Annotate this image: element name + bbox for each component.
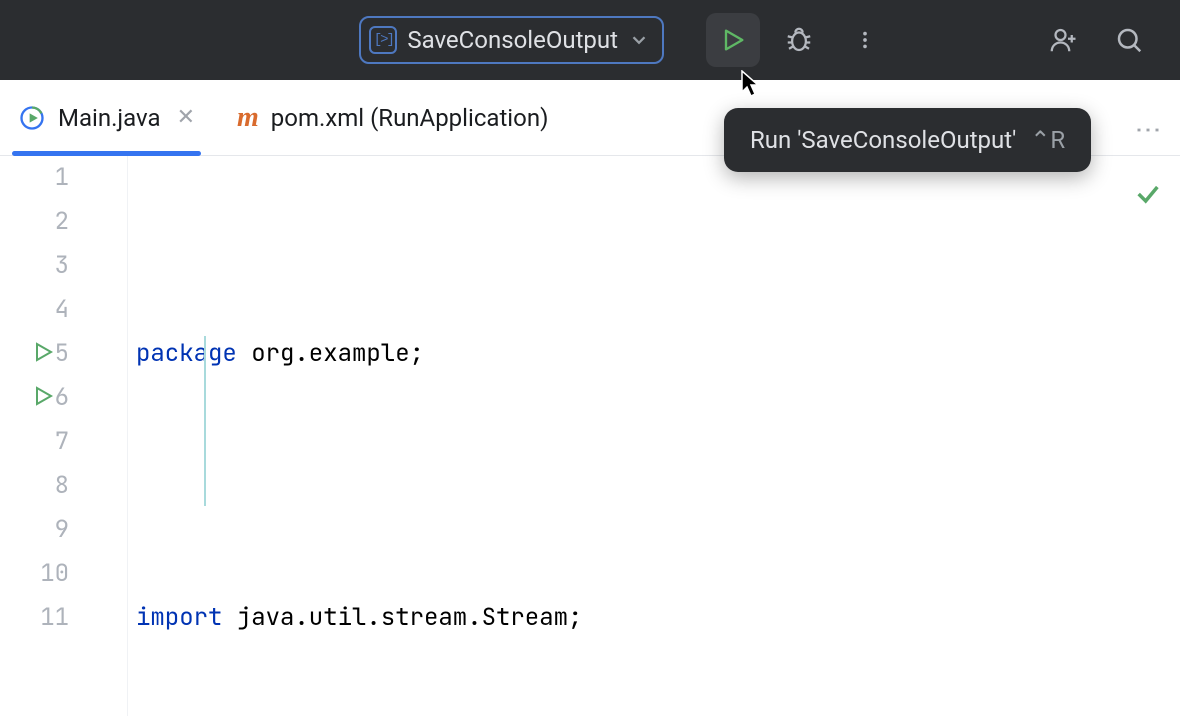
add-user-icon: [1048, 25, 1078, 55]
search-button[interactable]: [1102, 13, 1156, 67]
run-overlay-icon: [18, 104, 46, 132]
line-number: 7: [55, 420, 69, 464]
more-actions-button[interactable]: [838, 13, 892, 67]
tab-pom-xml[interactable]: m pom.xml (RunApplication): [237, 80, 548, 155]
terminal-icon: [>]: [369, 26, 397, 54]
main-toolbar: [>] SaveConsoleOutput: [0, 0, 1180, 80]
run-gutter-icon[interactable]: [31, 340, 55, 364]
code-area[interactable]: package org.example; import java.util.st…: [128, 156, 1180, 716]
run-config-selector[interactable]: [>] SaveConsoleOutput: [359, 16, 664, 64]
tab-main-java[interactable]: Main.java ✕: [18, 80, 195, 155]
line-number: 11: [40, 596, 69, 640]
debug-button[interactable]: [772, 13, 826, 67]
line-number: 3: [55, 244, 69, 288]
run-gutter-icon[interactable]: [31, 384, 55, 408]
inspection-ok-icon[interactable]: [1134, 180, 1162, 208]
line-number: 2: [55, 200, 69, 244]
line-number: 8: [55, 464, 69, 508]
maven-icon: m: [237, 102, 259, 134]
search-icon: [1114, 25, 1144, 55]
run-button[interactable]: [706, 13, 760, 67]
tooltip-shortcut: ⌃R: [1030, 126, 1065, 154]
line-number: 6: [55, 376, 69, 420]
code-with-me-button[interactable]: [1036, 13, 1090, 67]
run-config-label: SaveConsoleOutput: [407, 26, 618, 54]
kebab-icon: [854, 29, 876, 51]
line-gutter[interactable]: 1 2 3 4 5 6 7 8 9 10 11: [0, 156, 128, 716]
tab-label: Main.java: [58, 104, 161, 132]
tab-label: pom.xml (RunApplication): [271, 104, 549, 132]
tooltip-text: Run 'SaveConsoleOutput': [750, 126, 1016, 154]
code-editor[interactable]: 1 2 3 4 5 6 7 8 9 10 11 package org.exam…: [0, 156, 1180, 716]
line-number: 5: [55, 332, 69, 376]
chevron-down-icon: [628, 29, 650, 51]
line-number: 9: [55, 508, 69, 552]
line-number: 4: [55, 288, 69, 332]
line-number: 10: [40, 552, 69, 596]
indent-guide: [204, 336, 206, 506]
bug-icon: [784, 25, 814, 55]
play-icon: [719, 26, 747, 54]
close-icon[interactable]: ✕: [177, 105, 195, 130]
tab-options-icon[interactable]: ⋮: [1133, 117, 1163, 145]
run-tooltip: Run 'SaveConsoleOutput' ⌃R: [724, 108, 1091, 172]
line-number: 1: [55, 156, 69, 200]
